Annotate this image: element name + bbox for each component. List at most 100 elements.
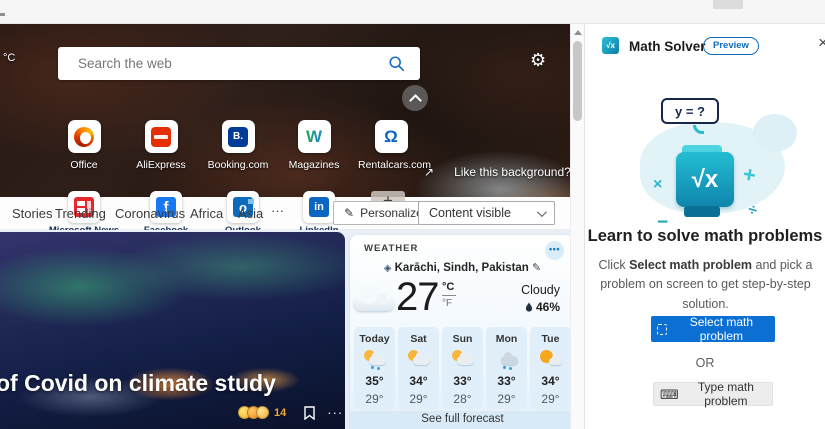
rain-sun-icon: [363, 350, 387, 365]
quicklink-rentalcars[interactable]: Ω Rentalcars.com: [358, 120, 424, 171]
or-separator: OR: [585, 356, 825, 370]
chip-coronavirus[interactable]: Coronavirus: [115, 206, 185, 221]
news-card[interactable]: of Covid on climate study 14 ···: [0, 232, 345, 429]
forecast-day-label: Sun: [442, 333, 483, 345]
chip-asia[interactable]: Asia: [238, 206, 263, 221]
forecast-row: Today 35° 29° Sat 34° 29° Sun 33° 28° Mo…: [354, 327, 571, 409]
multiply-symbol: ×: [653, 176, 662, 194]
forecast-day-sun[interactable]: Sun 33° 28°: [442, 327, 483, 409]
forecast-day-sat[interactable]: Sat 34° 29°: [398, 327, 439, 409]
browser-chrome-strip: [0, 0, 825, 24]
search-icon[interactable]: [388, 55, 406, 73]
settings-gear-icon[interactable]: ⚙: [530, 50, 546, 71]
select-math-problem-label: Select math problem: [674, 315, 769, 343]
forecast-high: 33°: [442, 374, 483, 388]
instruction-bold-text: Select math problem: [629, 258, 752, 272]
precipitation: 46%: [525, 300, 560, 314]
instruction-text: Click: [599, 258, 630, 272]
panel-heading: Learn to solve math problems: [585, 227, 825, 246]
see-full-forecast-link[interactable]: See full forecast: [350, 411, 575, 429]
forecast-low: 29°: [354, 392, 395, 406]
weather-menu-icon[interactable]: •••: [545, 241, 564, 260]
close-icon[interactable]: ×: [818, 33, 825, 53]
type-math-problem-button[interactable]: ⌨ Type math problem: [653, 382, 773, 406]
math-solver-panel: √x Math Solver Preview × y = ? √x + × − …: [584, 24, 825, 429]
reaction-count: 14: [274, 407, 286, 419]
laughing-emoji-icon: [256, 406, 269, 419]
card-more-icon[interactable]: ···: [327, 405, 343, 420]
bookmark-icon[interactable]: [304, 406, 315, 420]
like-background-prompt[interactable]: ↗ Like this background?: [424, 165, 571, 179]
search-bar[interactable]: [58, 47, 420, 80]
rentalcars-tile[interactable]: Ω: [375, 120, 408, 153]
scrollbar-up-arrow-icon[interactable]: [574, 30, 582, 35]
scroll-up-button[interactable]: [402, 85, 428, 111]
forecast-low: 28°: [442, 392, 483, 406]
booking-tile[interactable]: B.: [222, 120, 255, 153]
chip-more-icon[interactable]: ···: [271, 203, 284, 218]
forecast-low: 29°: [486, 392, 527, 406]
chip-trending[interactable]: Trending: [55, 206, 106, 221]
edge-new-tab-page: °C ⚙ Office AliExpress B. Booking.com W …: [0, 0, 825, 429]
content-visibility-dropdown[interactable]: Content visible: [418, 201, 555, 225]
rentalcars-icon: Ω: [384, 127, 398, 147]
magazines-tile[interactable]: W: [298, 120, 331, 153]
sun-cloud-icon: [451, 350, 475, 365]
weather-location-text: Karāchi, Sindh, Pakistan: [395, 262, 529, 274]
forecast-day-today[interactable]: Today 35° 29°: [354, 327, 395, 409]
selection-frame-icon: [657, 324, 667, 335]
office-tile[interactable]: [68, 120, 101, 153]
math-key-bottom: [684, 206, 720, 217]
news-headline[interactable]: of Covid on climate study: [0, 370, 276, 397]
chrome-fragment: [0, 13, 5, 16]
math-solver-header: √x Math Solver Preview ×: [585, 24, 825, 64]
forecast-high: 33°: [486, 374, 527, 388]
rain-cloud-icon: [495, 350, 519, 365]
reactions-row[interactable]: 14 ···: [238, 405, 343, 420]
weather-card[interactable]: WEATHER ••• ◈ Karāchi, Sindh, Pakistan ✎…: [350, 235, 575, 429]
location-pin-icon: ◈: [384, 263, 392, 274]
current-temperature: 27: [396, 275, 439, 320]
quicklink-aliexpress[interactable]: AliExpress: [128, 120, 194, 171]
content-dropdown-value: Content visible: [429, 206, 511, 220]
aliexpress-icon: [151, 127, 171, 147]
magazines-icon: W: [306, 127, 322, 147]
quicklink-office[interactable]: Office: [51, 120, 117, 171]
math-solver-icon: √x: [602, 37, 619, 54]
quicklink-label: Rentalcars.com: [358, 159, 424, 171]
forecast-low: 29°: [398, 392, 439, 406]
forecast-day-label: Sat: [398, 333, 439, 345]
celsius-toggle[interactable]: °C: [442, 281, 460, 293]
unit-divider: [442, 295, 456, 296]
chip-africa[interactable]: Africa: [190, 206, 223, 221]
aliexpress-tile[interactable]: [145, 120, 178, 153]
quicklink-magazines[interactable]: W Magazines: [281, 120, 347, 171]
precipitation-value: 46%: [536, 300, 560, 314]
scrollbar-thumb[interactable]: [573, 41, 582, 121]
booking-icon: B.: [228, 127, 248, 147]
sun-cloud-icon: [407, 350, 431, 365]
linkedin-icon: in: [309, 197, 329, 217]
edit-location-icon[interactable]: ✎: [532, 262, 541, 274]
fahrenheit-toggle[interactable]: °F: [442, 298, 460, 309]
chip-stories[interactable]: Stories: [12, 206, 52, 221]
sun-small-cloud-icon: [539, 350, 563, 365]
quicklink-linkedin[interactable]: in: [303, 191, 335, 223]
panel-instructions: Click Select math problem and pick a pro…: [593, 256, 818, 314]
quicklink-booking[interactable]: B. Booking.com: [205, 120, 271, 171]
chevron-down-icon: [537, 207, 547, 217]
forecast-day-tue[interactable]: Tue 34° 29°: [530, 327, 571, 409]
forecast-high: 35°: [354, 374, 395, 388]
forecast-day-mon[interactable]: Mon 33° 29°: [486, 327, 527, 409]
unit-toggle[interactable]: °C °F: [442, 281, 460, 309]
forecast-high: 34°: [530, 374, 571, 388]
select-math-problem-button[interactable]: Select math problem: [651, 316, 775, 342]
page-scrollbar[interactable]: [570, 24, 584, 429]
search-input[interactable]: [58, 56, 388, 71]
math-solver-title: Math Solver: [629, 39, 706, 54]
forecast-day-label: Tue: [530, 333, 571, 345]
arrow-up-right-icon: ↗: [424, 165, 434, 179]
cloudy-weather-icon: [354, 287, 394, 311]
forecast-day-label: Mon: [486, 333, 527, 345]
weather-location[interactable]: ◈ Karāchi, Sindh, Pakistan ✎: [350, 261, 575, 274]
